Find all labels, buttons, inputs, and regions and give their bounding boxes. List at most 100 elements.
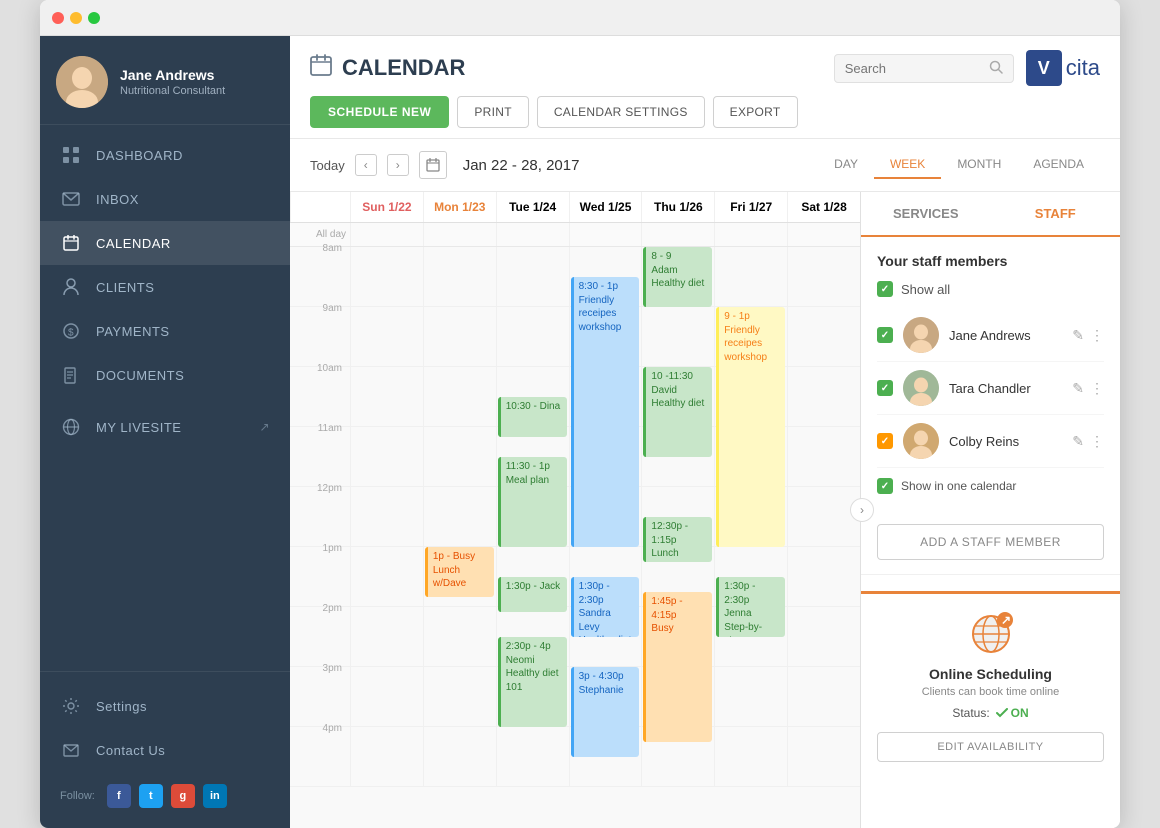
time-cell-4pm-day1[interactable] <box>423 727 496 786</box>
time-cell-8am-day5[interactable] <box>714 247 787 306</box>
twitter-button[interactable]: t <box>139 784 163 808</box>
time-cell-8am-day0[interactable] <box>350 247 423 306</box>
sidebar-item-mylivesite[interactable]: MY LIVESITE ↗ <box>40 405 290 449</box>
search-bar[interactable] <box>834 54 1014 83</box>
maximize-dot[interactable] <box>88 12 100 24</box>
close-dot[interactable] <box>52 12 64 24</box>
tara-checkbox[interactable]: ✓ <box>877 380 893 396</box>
time-cell-4pm-day2[interactable] <box>496 727 569 786</box>
event-11[interactable]: 1:45p - 4:15p Busy <box>643 592 712 742</box>
time-cell-4pm-day6[interactable] <box>787 727 860 786</box>
sidebar-item-clients[interactable]: CLIENTS <box>40 265 290 309</box>
sidebar-item-calendar[interactable]: CALENDAR <box>40 221 290 265</box>
event-1[interactable]: 8:30 - 1p Friendly receipes workshop <box>571 277 640 547</box>
time-cell-8am-day6[interactable] <box>787 247 860 306</box>
colby-edit-icon[interactable]: ✎ <box>1072 433 1084 450</box>
event-9[interactable]: 1:30p - 2:30p Sandra Levy Healthy diet <box>571 577 640 637</box>
jane-edit-icon[interactable]: ✎ <box>1072 327 1084 344</box>
calendar-picker-icon[interactable] <box>419 151 447 179</box>
event-2[interactable]: 10 -11:30 David Healthy diet <box>643 367 712 457</box>
expand-panel-button[interactable]: › <box>850 498 874 522</box>
time-cell-2pm-day6[interactable] <box>787 607 860 666</box>
time-cell-3pm-day6[interactable] <box>787 667 860 726</box>
minimize-dot[interactable] <box>70 12 82 24</box>
linkedin-button[interactable]: in <box>203 784 227 808</box>
time-cell-10am-day1[interactable] <box>423 367 496 426</box>
tara-edit-icon[interactable]: ✎ <box>1072 380 1084 397</box>
time-cell-4pm-day5[interactable] <box>714 727 787 786</box>
event-5[interactable]: 10:30 - Dina <box>498 397 567 437</box>
time-cell-4pm-day0[interactable] <box>350 727 423 786</box>
time-cell-3pm-day0[interactable] <box>350 667 423 726</box>
sidebar-item-payments[interactable]: $ PAYMENTS <box>40 309 290 353</box>
time-cell-8am-day2[interactable] <box>496 247 569 306</box>
sidebar-item-contact[interactable]: Contact Us <box>40 728 290 772</box>
time-cell-9am-day0[interactable] <box>350 307 423 366</box>
sidebar-item-label-dashboard: DASHBOARD <box>96 148 183 163</box>
facebook-button[interactable]: f <box>107 784 131 808</box>
time-cell-1pm-day0[interactable] <box>350 547 423 606</box>
time-cell-10am-day0[interactable] <box>350 367 423 426</box>
event-6[interactable]: 11:30 - 1p Meal plan <box>498 457 567 547</box>
prev-week-button[interactable]: ‹ <box>355 154 377 176</box>
sidebar-item-settings[interactable]: Settings <box>40 684 290 728</box>
colby-checkbox[interactable]: ✓ <box>877 433 893 449</box>
time-cell-3pm-day1[interactable] <box>423 667 496 726</box>
tab-services[interactable]: SERVICES <box>861 192 991 235</box>
event-7[interactable]: 1:30p - Jack <box>498 577 567 612</box>
time-cell-9am-day6[interactable] <box>787 307 860 366</box>
staff-section: Your staff members ✓ Show all ✓ <box>861 237 1120 510</box>
time-cell-11am-day0[interactable] <box>350 427 423 486</box>
time-cell-9am-day4[interactable] <box>641 307 714 366</box>
jane-checkbox[interactable]: ✓ <box>877 327 893 343</box>
tab-staff[interactable]: STAFF <box>991 192 1121 235</box>
time-cell-12pm-day6[interactable] <box>787 487 860 546</box>
time-cell-11am-day6[interactable] <box>787 427 860 486</box>
colby-more-icon[interactable]: ⋮ <box>1090 433 1104 450</box>
sidebar-item-documents[interactable]: DOCUMENTS <box>40 353 290 397</box>
view-agenda-button[interactable]: AGENDA <box>1017 151 1100 179</box>
next-week-button[interactable]: › <box>387 154 409 176</box>
app-window: Jane Andrews Nutritional Consultant DASH… <box>40 0 1120 828</box>
event-12[interactable]: 9 - 1p Friendly receipes workshop <box>716 307 785 547</box>
edit-availability-button[interactable]: EDIT AVAILABILITY <box>877 732 1104 762</box>
view-month-button[interactable]: MONTH <box>941 151 1017 179</box>
event-3[interactable]: 12:30p - 1:15p Lunch <box>643 517 712 562</box>
calendar-settings-button[interactable]: CALENDAR SETTINGS <box>537 96 705 128</box>
event-10[interactable]: 3p - 4:30p Stephanie <box>571 667 640 757</box>
print-button[interactable]: PRINT <box>457 96 529 128</box>
add-staff-button[interactable]: ADD A STAFF MEMBER <box>877 524 1104 560</box>
event-0[interactable]: 8 - 9 Adam Healthy diet <box>643 247 712 307</box>
view-week-button[interactable]: WEEK <box>874 151 941 179</box>
today-label[interactable]: Today <box>310 158 345 173</box>
time-cell-10am-day6[interactable] <box>787 367 860 426</box>
show-all-checkbox[interactable]: ✓ <box>877 281 893 297</box>
schedule-new-button[interactable]: SCHEDULE NEW <box>310 96 449 128</box>
tara-more-icon[interactable]: ⋮ <box>1090 380 1104 397</box>
sidebar-item-inbox[interactable]: INBOX <box>40 177 290 221</box>
time-cell-1pm-day6[interactable] <box>787 547 860 606</box>
view-day-button[interactable]: DAY <box>818 151 874 179</box>
show-one-calendar-checkbox[interactable]: ✓ <box>877 478 893 494</box>
app-layout: Jane Andrews Nutritional Consultant DASH… <box>40 36 1120 828</box>
sidebar-item-dashboard[interactable]: DASHBOARD <box>40 133 290 177</box>
event-4[interactable]: 1p - Busy Lunch w/Dave <box>425 547 494 597</box>
jane-more-icon[interactable]: ⋮ <box>1090 327 1104 344</box>
time-cell-2pm-day0[interactable] <box>350 607 423 666</box>
time-cell-3pm-day5[interactable] <box>714 667 787 726</box>
export-button[interactable]: EXPORT <box>713 96 798 128</box>
header-top: CALENDAR V cita <box>310 50 1100 86</box>
search-input[interactable] <box>845 61 983 76</box>
time-cell-8am-day1[interactable] <box>423 247 496 306</box>
event-8[interactable]: 2:30p - 4p Neomi Healthy diet 101 <box>498 637 567 727</box>
time-cell-12pm-day1[interactable] <box>423 487 496 546</box>
time-cell-9am-day2[interactable] <box>496 307 569 366</box>
time-cell-12pm-day0[interactable] <box>350 487 423 546</box>
search-icon <box>989 60 1003 77</box>
time-cell-2pm-day1[interactable] <box>423 607 496 666</box>
time-cell-9am-day1[interactable] <box>423 307 496 366</box>
event-13[interactable]: 1:30p - 2:30p Jenna Step-by-step <box>716 577 785 637</box>
googleplus-button[interactable]: g <box>171 784 195 808</box>
time-cell-11am-day1[interactable] <box>423 427 496 486</box>
calendar-range: Jan 22 - 28, 2017 <box>463 157 580 174</box>
